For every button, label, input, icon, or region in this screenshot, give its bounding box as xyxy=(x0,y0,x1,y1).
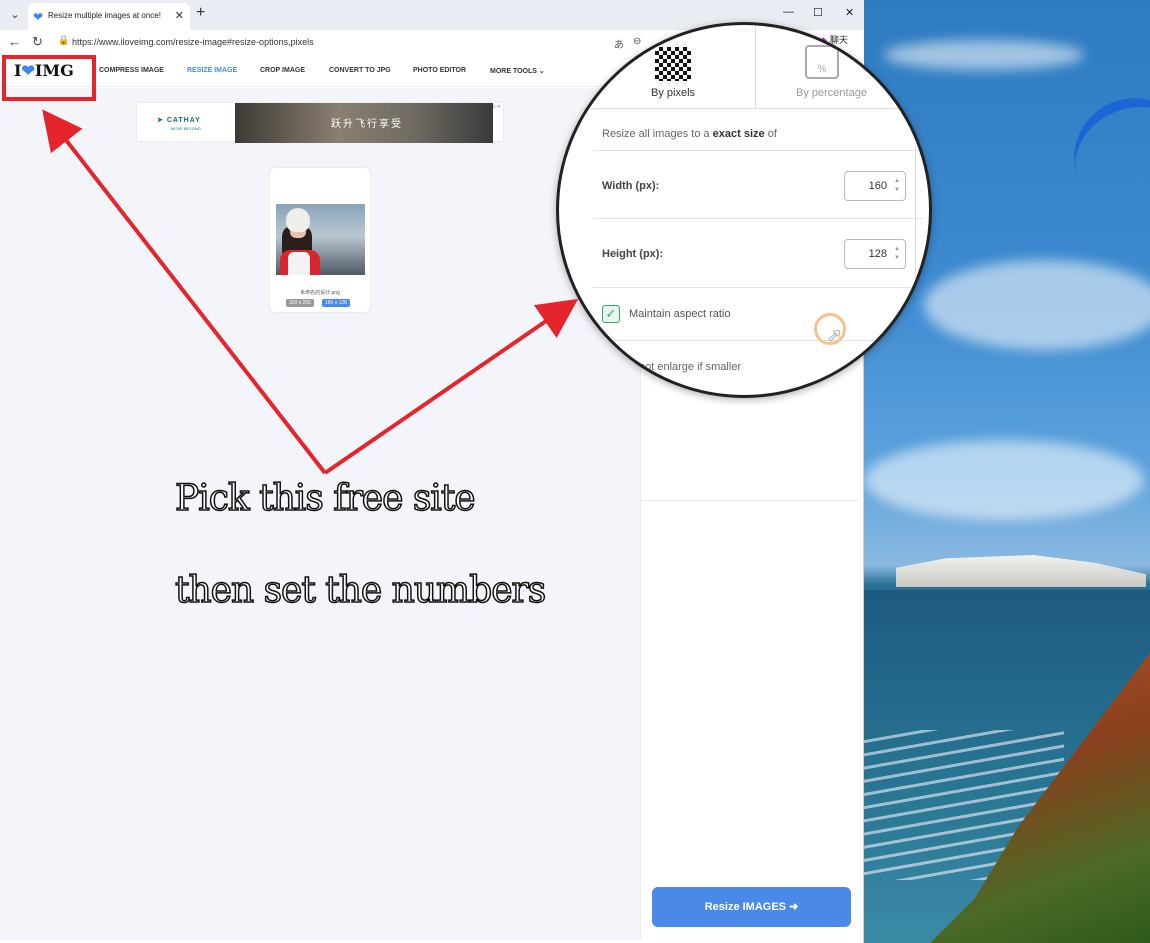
arrow-to-options xyxy=(323,298,579,475)
caption-line-2: then set the numbers xyxy=(174,569,547,612)
caption-line-1: Pick this free site xyxy=(174,477,476,520)
arrow-to-logo xyxy=(42,109,327,475)
annotation-arrows xyxy=(42,109,579,475)
